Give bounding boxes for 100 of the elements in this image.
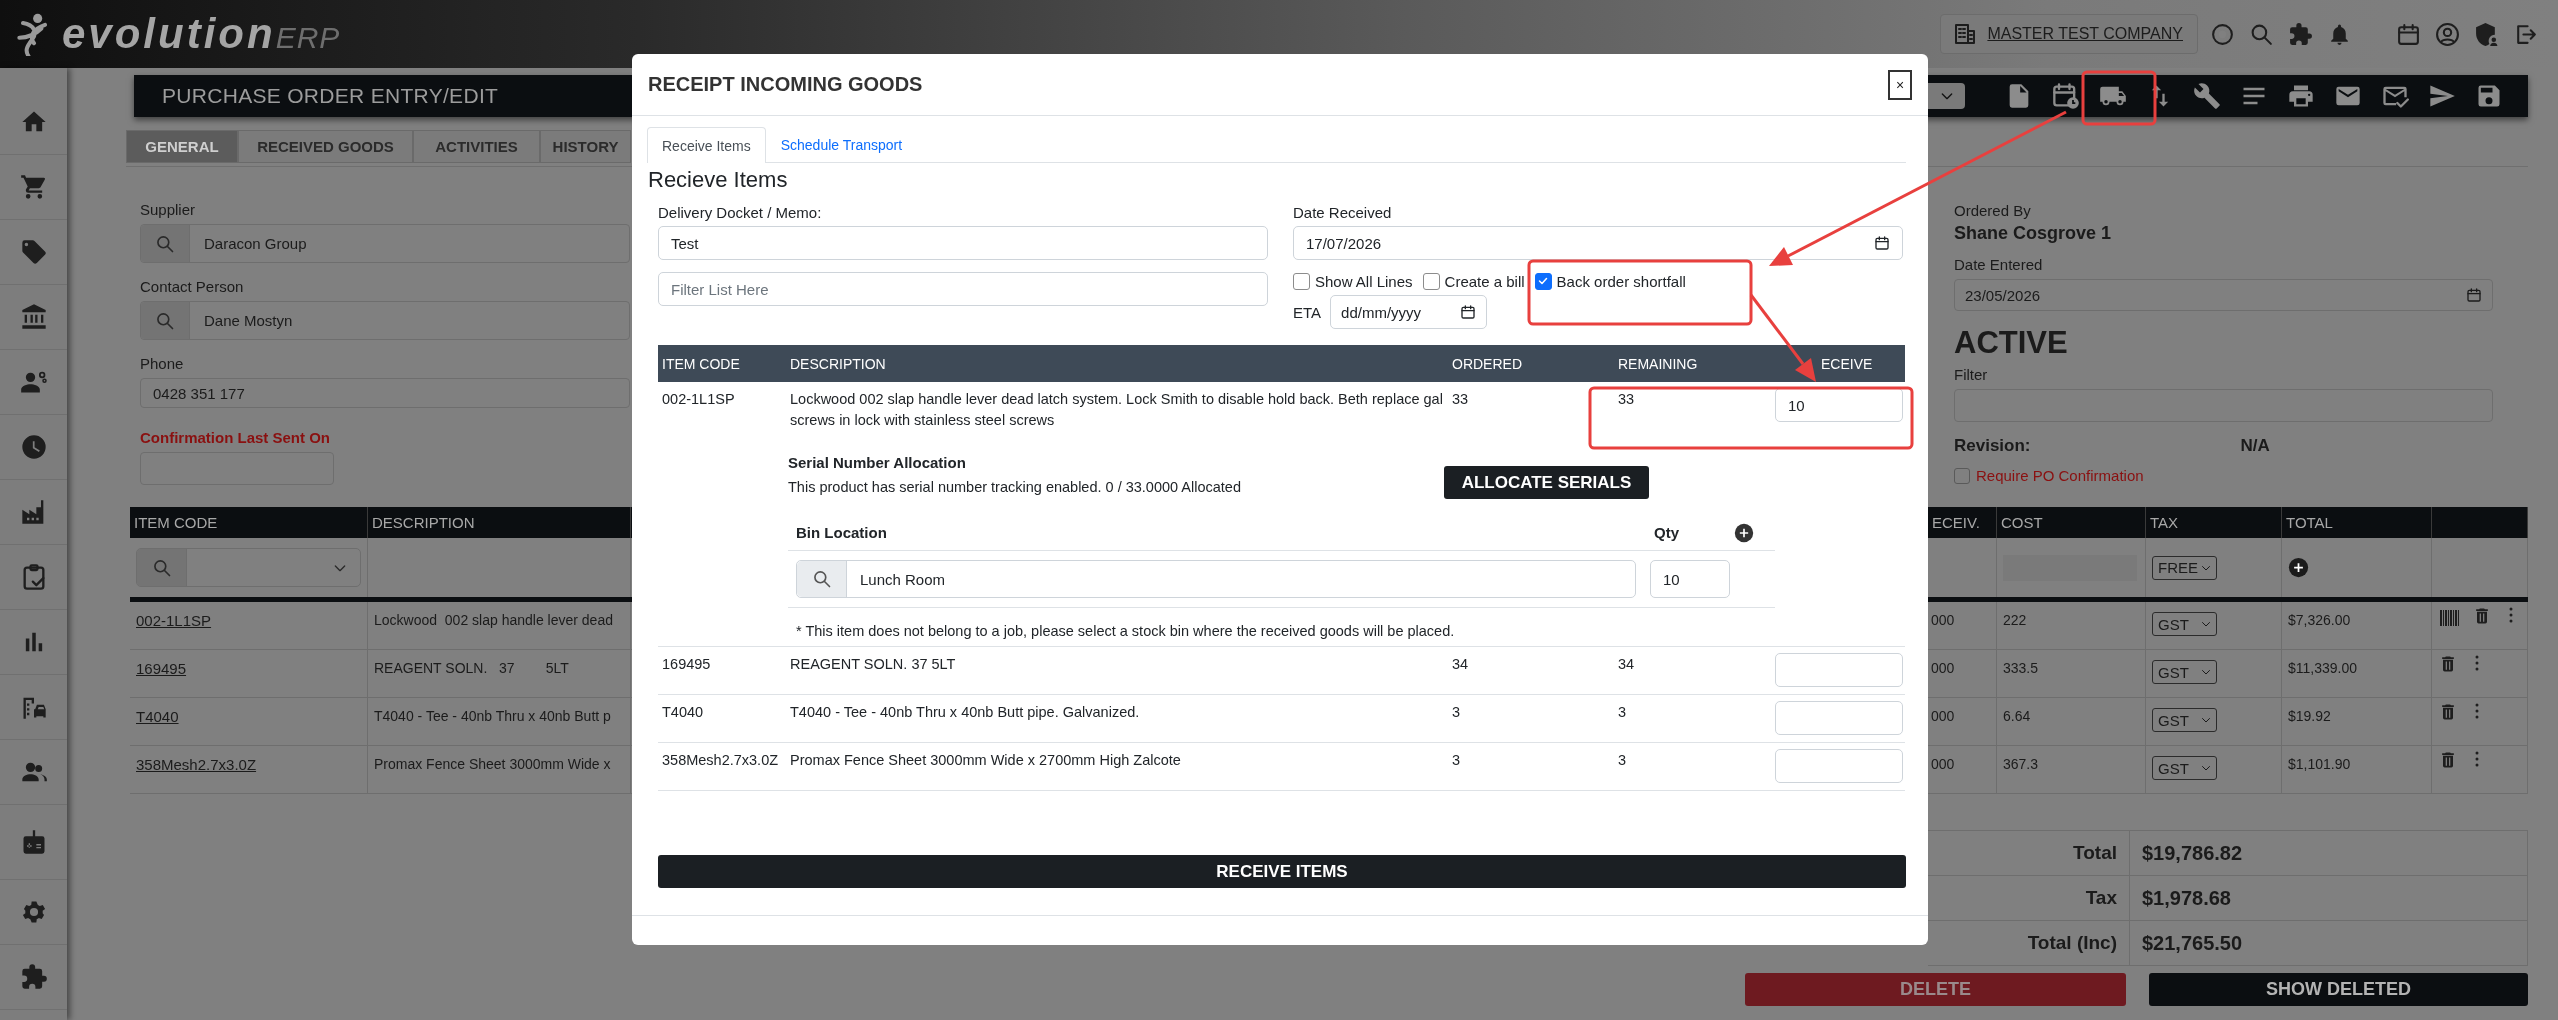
search-button[interactable] xyxy=(141,225,190,262)
column-header: TAX xyxy=(2146,507,2282,538)
clock-icon[interactable] xyxy=(19,433,48,461)
add-icon[interactable] xyxy=(1734,522,1754,543)
receive-items-button[interactable]: RECEIVE ITEMS xyxy=(658,855,1906,888)
qty-input[interactable]: 10 xyxy=(1650,560,1730,598)
table-cell: 34 xyxy=(1448,647,1614,695)
tab[interactable]: GENERAL xyxy=(126,130,238,163)
checkbox[interactable] xyxy=(1293,272,1310,290)
dialog-title: RECEIPT INCOMING GOODS xyxy=(648,73,923,96)
building-icon xyxy=(1953,22,1978,46)
close-button[interactable]: × xyxy=(1888,69,1912,100)
receive-input[interactable] xyxy=(1775,749,1903,783)
column-header: ORDERED xyxy=(1448,345,1614,382)
lookup-field[interactable]: Dane Mostyn xyxy=(140,301,630,340)
table-cell: 3 xyxy=(1448,743,1614,791)
tab[interactable]: Schedule Transport xyxy=(765,127,918,162)
table-cell: $19.92 xyxy=(2282,698,2432,746)
calendar-icon[interactable] xyxy=(2396,21,2421,47)
dropdown-field[interactable] xyxy=(1928,83,1965,109)
receive-input[interactable] xyxy=(1775,653,1903,687)
status-text: ACTIVE xyxy=(1954,325,2069,361)
table-cell: REAGENT SOLN. 37 5LT xyxy=(368,650,631,698)
checkbox[interactable] xyxy=(1954,468,1970,484)
user-icon[interactable] xyxy=(2435,21,2460,47)
receive-input[interactable]: 10 xyxy=(1775,388,1903,422)
table-cell: 367.3 xyxy=(1997,746,2146,794)
search-icon xyxy=(151,557,172,578)
tax-select[interactable]: GST xyxy=(2152,756,2217,780)
shield-user-icon[interactable] xyxy=(2474,21,2499,47)
company-selector[interactable]: MASTER TEST COMPANY xyxy=(1940,14,2198,54)
field-label: ETA xyxy=(1293,303,1322,321)
date-field[interactable]: dd/mm/yyyy xyxy=(1330,295,1488,329)
info-text: This product has serial number tracking enabled. 0 / 33.0000 Allocated xyxy=(788,478,1242,497)
search-button[interactable] xyxy=(137,549,187,586)
search-icon xyxy=(155,233,175,254)
table-cell: 3 xyxy=(1448,695,1614,743)
search-icon xyxy=(811,569,832,589)
puzzle-icon[interactable] xyxy=(2288,21,2313,47)
tab[interactable]: ACTIVITIES xyxy=(413,130,540,163)
calendar-icon xyxy=(1874,235,1890,251)
field-value: Shane Cosgrove 1 xyxy=(1954,223,2113,243)
checkbox-label: Create a bill xyxy=(1444,272,1525,290)
field-label: Filter xyxy=(1954,365,1989,385)
column-header: ECEIV. xyxy=(1928,507,1997,538)
field-label: Delivery Docket / Memo: xyxy=(658,203,823,223)
field-label: Supplier xyxy=(140,200,197,220)
item-filter-field[interactable] xyxy=(136,548,361,587)
show-deleted-button[interactable]: SHOW DELETED xyxy=(2149,973,2528,1006)
delete-button[interactable]: DELETE xyxy=(1745,973,2126,1006)
field-value: N/A xyxy=(2240,436,2270,456)
column-header: COST xyxy=(1997,507,2146,538)
bin-lookup-field[interactable]: Lunch Room xyxy=(796,560,1636,598)
input-field[interactable]: 0428 351 177 xyxy=(140,378,630,408)
calendar-clock-icon[interactable] xyxy=(2051,82,2080,110)
calendar-icon xyxy=(2466,287,2482,303)
table-cell: Lockwood 002 slap handle lever dead xyxy=(368,602,631,650)
table-cell: REAGENT SOLN. 37 5LT xyxy=(786,647,1448,695)
calendar-icon xyxy=(1460,304,1477,320)
allocate-serials-button[interactable]: ALLOCATE SERIALS xyxy=(1444,466,1649,499)
item-code-link[interactable]: 358Mesh2.7x3.0Z xyxy=(130,746,368,794)
search-button[interactable] xyxy=(141,302,190,339)
table-cell: 3 xyxy=(1614,743,1771,791)
logo-text: evolutionERP xyxy=(62,10,341,58)
tax-select[interactable]: GST xyxy=(2152,660,2217,684)
table-cell: $11,339.00 xyxy=(2282,650,2432,698)
tab[interactable]: HISTORY xyxy=(540,130,631,163)
item-code-link[interactable]: 002-1L1SP xyxy=(130,602,368,650)
tab[interactable]: Receive Items xyxy=(647,127,766,163)
table-cell: 333.5 xyxy=(1997,650,2146,698)
item-code-link[interactable]: T4040 xyxy=(130,698,368,746)
table-cell: 6.64 xyxy=(1997,698,2146,746)
lookup-field[interactable]: Daracon Group xyxy=(140,224,630,263)
total-label: Total (Inc) xyxy=(1928,921,2130,966)
table-cell-text: 33 xyxy=(1617,390,1636,409)
table-cell: T4040 - Tee - 40nb Thru x 40nb Butt pipe. Galvanized. xyxy=(786,695,1448,743)
tax-select[interactable]: FREE xyxy=(2152,555,2217,580)
column-header: REMAINING xyxy=(1614,345,1771,382)
date-field[interactable]: 23/05/2026 xyxy=(1954,279,2493,311)
date-field[interactable]: 17/07/2026 xyxy=(1293,226,1903,260)
tag-icon[interactable] xyxy=(19,238,48,266)
item-code-link[interactable]: 169495 xyxy=(130,650,368,698)
tab[interactable]: RECEIVED GOODS xyxy=(238,130,413,163)
bank-icon[interactable] xyxy=(19,303,48,331)
total-value: $21,765.50 xyxy=(2130,921,2528,966)
cart-icon[interactable] xyxy=(19,173,48,201)
tax-select[interactable]: GST xyxy=(2152,708,2217,732)
add-icon[interactable] xyxy=(2288,557,2309,578)
checkbox[interactable] xyxy=(1422,272,1440,290)
input-field[interactable]: Test xyxy=(658,226,1268,260)
wrench-icon[interactable] xyxy=(2192,82,2221,110)
field-label: Phone xyxy=(140,354,185,374)
field-label: Revision: xyxy=(1954,436,2031,456)
checkbox-label: Back order shortfall xyxy=(1556,272,1686,290)
field-label: Contact Person xyxy=(140,277,245,297)
checkbox[interactable] xyxy=(1534,272,1552,290)
table-cell: $7,326.00 xyxy=(2282,602,2432,650)
receive-input[interactable] xyxy=(1775,701,1903,735)
puzzle-icon[interactable] xyxy=(19,963,48,991)
tax-select[interactable]: GST xyxy=(2152,612,2217,636)
